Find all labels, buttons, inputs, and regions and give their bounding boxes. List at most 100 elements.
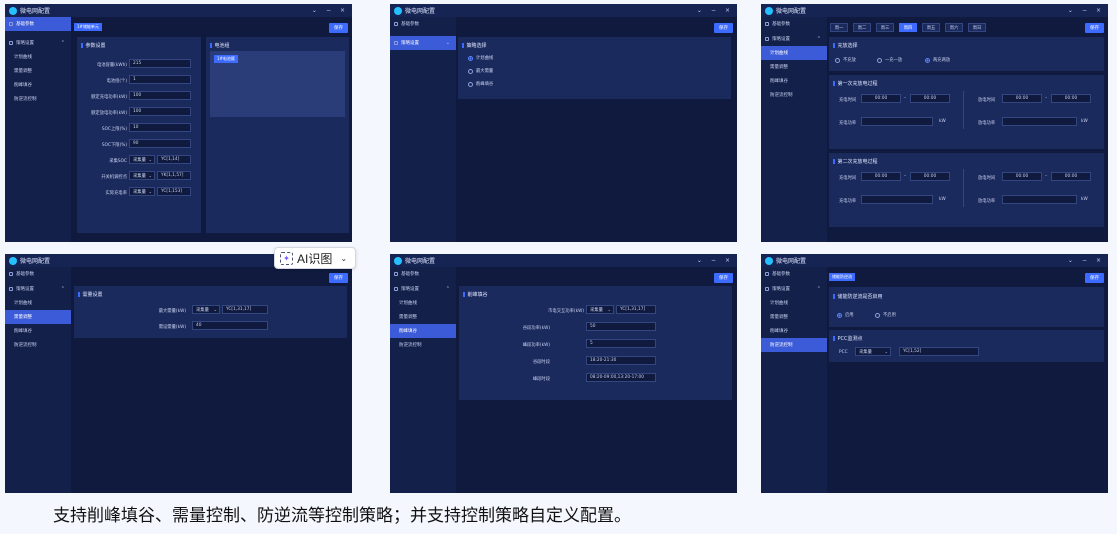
tab-mon[interactable]: 周一 bbox=[830, 23, 848, 32]
soc-source-select[interactable]: 采集量 ⌄ bbox=[129, 155, 155, 164]
sidebar-item-demand[interactable]: 需量调整 bbox=[5, 310, 71, 324]
sidebar-item-basic[interactable]: 基础参数 bbox=[5, 267, 71, 281]
save-button[interactable]: 保存 bbox=[1085, 23, 1104, 33]
switch-point-input[interactable]: YK[1,1,57] bbox=[157, 171, 191, 180]
sidebar-item-strategy[interactable]: 策略设置 ⌃ bbox=[5, 36, 71, 50]
sidebar-item-strategy[interactable]: 策略设置 ⌃ bbox=[761, 282, 827, 296]
sidebar-item-basic[interactable]: 基础参数 bbox=[390, 267, 456, 281]
sidebar-item-anti-reverse[interactable]: 防逆流控制 bbox=[390, 338, 456, 352]
minimize-icon[interactable]: ⌄ bbox=[312, 7, 317, 14]
pcc-source-select[interactable]: 采集量 ⌄ bbox=[855, 347, 891, 356]
sidebar-item-strategy[interactable]: 策略设置 ⌄ bbox=[390, 36, 456, 50]
tab-wed[interactable]: 周三 bbox=[876, 23, 894, 32]
tab-sat[interactable]: 周六 bbox=[945, 23, 963, 32]
switch-source-select[interactable]: 采集量 ⌄ bbox=[129, 171, 155, 180]
discharge-power-input[interactable] bbox=[1002, 195, 1077, 204]
charge-start-input[interactable]: 00:00 bbox=[861, 172, 901, 181]
sidebar-item-basic[interactable]: 基础参数 bbox=[761, 17, 827, 31]
valley-period-input[interactable]: 18:20-21:30 bbox=[586, 356, 656, 365]
sidebar-item-anti-reverse[interactable]: 防逆流控制 bbox=[5, 338, 71, 352]
close-icon[interactable]: × bbox=[1096, 7, 1101, 14]
target-demand-input[interactable]: 40 bbox=[192, 321, 268, 330]
soc-min-input[interactable]: 90 bbox=[129, 139, 191, 148]
save-button[interactable]: 保存 bbox=[714, 23, 733, 33]
max-demand-point-input[interactable]: YC[1,31,17] bbox=[222, 305, 268, 314]
save-button[interactable]: 保存 bbox=[329, 23, 348, 33]
sidebar-item-anti-reverse[interactable]: 防逆流控制 bbox=[5, 92, 71, 106]
sidebar-item-strategy[interactable]: 策略设置 ⌃ bbox=[761, 32, 827, 46]
maximize-icon[interactable]: − bbox=[711, 7, 716, 14]
peak-power-input[interactable]: 5 bbox=[586, 339, 656, 348]
soc-point-input[interactable]: YC[1,14] bbox=[157, 155, 191, 164]
sidebar-item-peak[interactable]: 削峰填谷 bbox=[5, 324, 71, 338]
minimize-icon[interactable]: ⌄ bbox=[1068, 257, 1073, 264]
sidebar-item-plan[interactable]: 计划曲线 bbox=[5, 296, 71, 310]
max-demand-source-select[interactable]: 采集量 ⌄ bbox=[192, 305, 220, 314]
charge-power-input[interactable]: 100 bbox=[129, 91, 191, 100]
cell-cluster-tab[interactable]: 1#电池簇 bbox=[214, 55, 238, 63]
rate-point-input[interactable]: YC[1,153] bbox=[157, 187, 191, 196]
valley-power-input[interactable]: 50 bbox=[586, 322, 656, 331]
grid-power-point-input[interactable]: YC[1,31,17] bbox=[616, 305, 656, 314]
maximize-icon[interactable]: − bbox=[1082, 7, 1087, 14]
sidebar-item-anti-reverse[interactable]: 防逆流控制 bbox=[761, 338, 827, 352]
ai-recognize-button[interactable]: ✦ AI识图 ⌄ bbox=[274, 247, 356, 269]
charge-end-input[interactable]: 00:00 bbox=[910, 94, 950, 103]
tab-sun[interactable]: 周日 bbox=[968, 23, 986, 32]
tab-fri[interactable]: 周五 bbox=[922, 23, 940, 32]
sidebar-item-demand[interactable]: 需量调整 bbox=[5, 64, 71, 78]
cell-count-input[interactable]: 1 bbox=[129, 75, 191, 84]
anti-reverse-tab[interactable]: 储能防逆流 bbox=[829, 273, 855, 281]
sidebar-item-peak[interactable]: 削峰填谷 bbox=[390, 324, 456, 338]
enable-radio-off[interactable]: 不启用 bbox=[875, 312, 896, 318]
sidebar-item-demand[interactable]: 需量调整 bbox=[390, 310, 456, 324]
minimize-icon[interactable]: ⌄ bbox=[697, 257, 702, 264]
discharge-start-input[interactable]: 00:00 bbox=[1002, 172, 1042, 181]
sidebar-item-peak[interactable]: 削峰填谷 bbox=[761, 324, 827, 338]
charge-power-input[interactable] bbox=[861, 117, 933, 126]
peak-period-input[interactable]: 08:20-09:00,13:20-17:00 bbox=[586, 373, 656, 382]
rate-source-select[interactable]: 采集量 ⌄ bbox=[129, 187, 155, 196]
sidebar-item-plan[interactable]: 计划曲线 bbox=[5, 50, 71, 64]
close-icon[interactable]: × bbox=[1096, 257, 1101, 264]
mode-radio-two[interactable]: 两充两放 bbox=[925, 57, 950, 63]
maximize-icon[interactable]: − bbox=[326, 7, 331, 14]
save-button[interactable]: 保存 bbox=[714, 273, 733, 283]
close-icon[interactable]: × bbox=[340, 7, 345, 14]
strategy-radio-demand[interactable]: 最大需量 bbox=[468, 68, 493, 74]
grid-power-source-select[interactable]: 采集量 ⌄ bbox=[586, 305, 614, 314]
sidebar-item-basic[interactable]: 基础参数 bbox=[390, 17, 456, 31]
soc-max-input[interactable]: 10 bbox=[129, 123, 191, 132]
sidebar-item-plan[interactable]: 计划曲线 bbox=[761, 296, 827, 310]
minimize-icon[interactable]: ⌄ bbox=[697, 7, 702, 14]
mode-radio-none[interactable]: 不充放 bbox=[835, 57, 856, 63]
charge-power-input[interactable] bbox=[861, 195, 933, 204]
sidebar-item-basic[interactable]: 基础参数 bbox=[761, 267, 827, 281]
strategy-radio-plan[interactable]: 计划曲线 bbox=[468, 55, 493, 61]
sidebar-item-anti-reverse[interactable]: 防逆流控制 bbox=[761, 88, 827, 102]
tab-thu[interactable]: 周四 bbox=[899, 23, 917, 32]
sidebar-item-peak[interactable]: 削峰填谷 bbox=[5, 78, 71, 92]
close-icon[interactable]: × bbox=[725, 257, 730, 264]
sidebar-item-strategy[interactable]: 策略设置 ⌃ bbox=[390, 282, 456, 296]
capacity-input[interactable]: 215 bbox=[129, 59, 191, 68]
strategy-radio-peak[interactable]: 削峰填谷 bbox=[468, 81, 493, 87]
sidebar-item-strategy[interactable]: 策略设置 ⌃ bbox=[5, 282, 71, 296]
save-button[interactable]: 保存 bbox=[1085, 273, 1104, 283]
charge-end-input[interactable]: 00:00 bbox=[910, 172, 950, 181]
discharge-power-input[interactable] bbox=[1002, 117, 1077, 126]
storage-unit-tab[interactable]: 1#储能单元 bbox=[74, 23, 102, 31]
save-button[interactable]: 保存 bbox=[329, 273, 348, 283]
sidebar-item-demand[interactable]: 需量调整 bbox=[761, 310, 827, 324]
mode-radio-one[interactable]: 一充一放 bbox=[877, 57, 902, 63]
tab-tue[interactable]: 周二 bbox=[853, 23, 871, 32]
maximize-icon[interactable]: − bbox=[1082, 257, 1087, 264]
sidebar-item-peak[interactable]: 削峰填谷 bbox=[761, 74, 827, 88]
close-icon[interactable]: × bbox=[725, 7, 730, 14]
enable-radio-on[interactable]: 启用 bbox=[837, 312, 854, 318]
discharge-end-input[interactable]: 00:00 bbox=[1051, 172, 1091, 181]
pcc-point-input[interactable]: YC[1,52] bbox=[899, 347, 979, 356]
maximize-icon[interactable]: − bbox=[711, 257, 716, 264]
sidebar-item-plan[interactable]: 计划曲线 bbox=[761, 46, 827, 60]
discharge-power-input[interactable]: 100 bbox=[129, 107, 191, 116]
